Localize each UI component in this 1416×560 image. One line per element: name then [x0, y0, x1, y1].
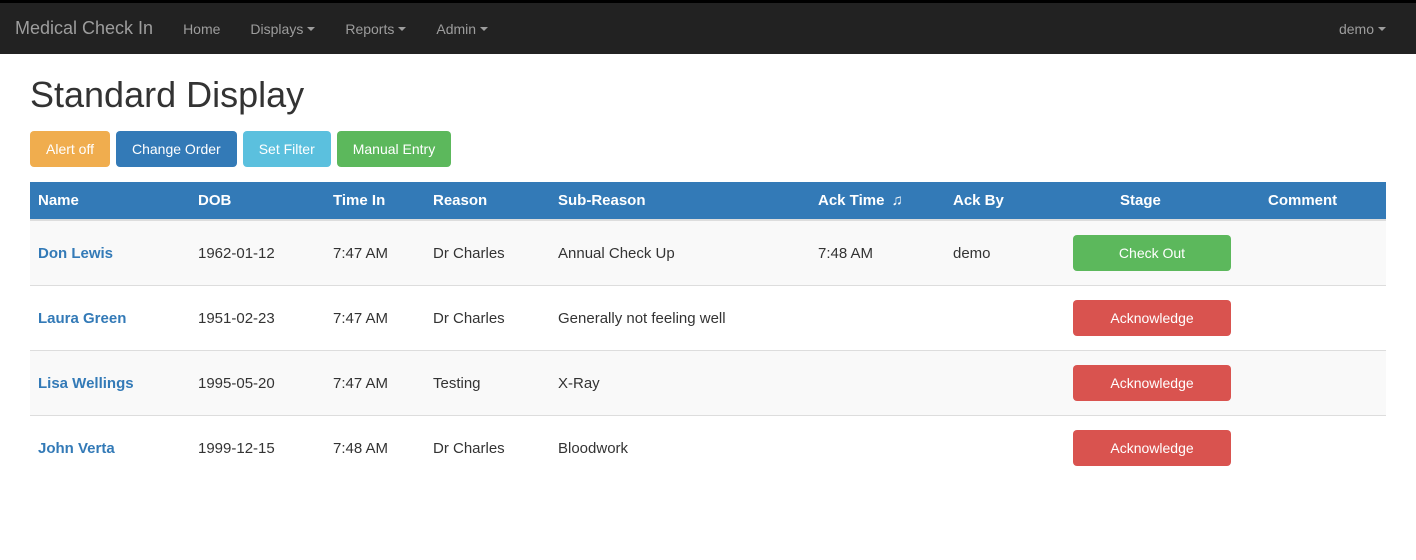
- patient-name-link[interactable]: Don Lewis: [38, 245, 113, 262]
- cell-ack-by: demo: [945, 220, 1065, 286]
- table-row: Laura Green 1951-02-237:47 AMDr CharlesGe…: [30, 286, 1386, 351]
- navbar: Medical Check In Home Displays Reports A…: [0, 3, 1416, 54]
- cell-ack-time: [810, 286, 945, 351]
- nav-reports[interactable]: Reports: [330, 6, 421, 52]
- table-row: John Verta 1999-12-157:48 AMDr CharlesBlo…: [30, 416, 1386, 481]
- navbar-left: Medical Check In Home Displays Reports A…: [15, 3, 503, 54]
- cell-comment: [1260, 286, 1386, 351]
- cell-dob: 1999-12-15: [190, 416, 325, 481]
- cell-ack-by: [945, 286, 1065, 351]
- nav-displays-label: Displays: [250, 21, 303, 37]
- set-filter-button[interactable]: Set Filter: [243, 131, 331, 167]
- page-title: Standard Display: [30, 74, 1386, 116]
- cell-dob: 1951-02-23: [190, 286, 325, 351]
- cell-comment: [1260, 351, 1386, 416]
- cell-sub-reason: X-Ray: [550, 351, 810, 416]
- th-reason: Reason: [425, 182, 550, 220]
- patient-name-link[interactable]: Lisa Wellings: [38, 375, 134, 392]
- cell-reason: Dr Charles: [425, 286, 550, 351]
- th-time-in: Time In: [325, 182, 425, 220]
- cell-time-in: 7:47 AM: [325, 351, 425, 416]
- patient-name-link[interactable]: Laura Green: [38, 310, 126, 327]
- cell-reason: Dr Charles: [425, 220, 550, 286]
- cell-comment: [1260, 220, 1386, 286]
- th-dob: DOB: [190, 182, 325, 220]
- main-container: Standard Display Alert off Change Order …: [0, 54, 1416, 500]
- checkin-table: Name DOB Time In Reason Sub-Reason Ack T…: [30, 182, 1386, 480]
- th-name: Name: [30, 182, 190, 220]
- th-sub-reason: Sub-Reason: [550, 182, 810, 220]
- toolbar: Alert off Change Order Set Filter Manual…: [30, 131, 1386, 167]
- cell-stage: Acknowledge: [1065, 286, 1260, 351]
- cell-stage: Acknowledge: [1065, 351, 1260, 416]
- cell-ack-by: [945, 351, 1065, 416]
- nav-user-label: demo: [1339, 21, 1374, 37]
- nav-admin[interactable]: Admin: [421, 6, 503, 52]
- cell-sub-reason: Generally not feeling well: [550, 286, 810, 351]
- cell-ack-time: [810, 351, 945, 416]
- cell-comment: [1260, 416, 1386, 481]
- chevron-down-icon: [398, 27, 406, 31]
- chevron-down-icon: [307, 27, 315, 31]
- cell-dob: 1962-01-12: [190, 220, 325, 286]
- nav-reports-label: Reports: [345, 21, 394, 37]
- chevron-down-icon: [480, 27, 488, 31]
- music-note-icon: ♫: [892, 192, 903, 209]
- cell-sub-reason: Annual Check Up: [550, 220, 810, 286]
- th-ack-by: Ack By: [945, 182, 1065, 220]
- cell-time-in: 7:47 AM: [325, 220, 425, 286]
- manual-entry-button[interactable]: Manual Entry: [337, 131, 451, 167]
- cell-time-in: 7:47 AM: [325, 286, 425, 351]
- cell-stage: Acknowledge: [1065, 416, 1260, 481]
- nav-home[interactable]: Home: [168, 6, 235, 52]
- acknowledge-button[interactable]: Acknowledge: [1073, 300, 1231, 336]
- th-ack-time-label: Ack Time: [818, 192, 884, 209]
- cell-ack-by: [945, 416, 1065, 481]
- table-row: Lisa Wellings 1995-05-207:47 AMTestingX-R…: [30, 351, 1386, 416]
- nav-admin-label: Admin: [436, 21, 476, 37]
- chevron-down-icon: [1378, 27, 1386, 31]
- table-row: Don Lewis 1962-01-127:47 AMDr CharlesAnnu…: [30, 220, 1386, 286]
- navbar-right: demo: [1324, 6, 1401, 52]
- nav-home-label: Home: [183, 21, 220, 37]
- th-stage: Stage: [1065, 182, 1260, 220]
- cell-sub-reason: Bloodwork: [550, 416, 810, 481]
- patient-name-link[interactable]: John Verta: [38, 440, 115, 457]
- cell-ack-time: 7:48 AM: [810, 220, 945, 286]
- navbar-brand[interactable]: Medical Check In: [15, 3, 168, 54]
- table-header-row: Name DOB Time In Reason Sub-Reason Ack T…: [30, 182, 1386, 220]
- cell-time-in: 7:48 AM: [325, 416, 425, 481]
- nav-user[interactable]: demo: [1324, 6, 1401, 52]
- acknowledge-button[interactable]: Acknowledge: [1073, 365, 1231, 401]
- table-body: Don Lewis1962-01-127:47 AMDr CharlesAnnu…: [30, 220, 1386, 480]
- cell-reason: Dr Charles: [425, 416, 550, 481]
- nav-displays[interactable]: Displays: [235, 6, 330, 52]
- th-comment: Comment: [1260, 182, 1386, 220]
- acknowledge-button[interactable]: Acknowledge: [1073, 430, 1231, 466]
- cell-reason: Testing: [425, 351, 550, 416]
- check-out-button[interactable]: Check Out: [1073, 235, 1231, 271]
- alert-off-button[interactable]: Alert off: [30, 131, 110, 167]
- cell-dob: 1995-05-20: [190, 351, 325, 416]
- cell-stage: Check Out: [1065, 220, 1260, 286]
- th-ack-time: Ack Time ♫: [810, 182, 945, 220]
- change-order-button[interactable]: Change Order: [116, 131, 237, 167]
- cell-ack-time: [810, 416, 945, 481]
